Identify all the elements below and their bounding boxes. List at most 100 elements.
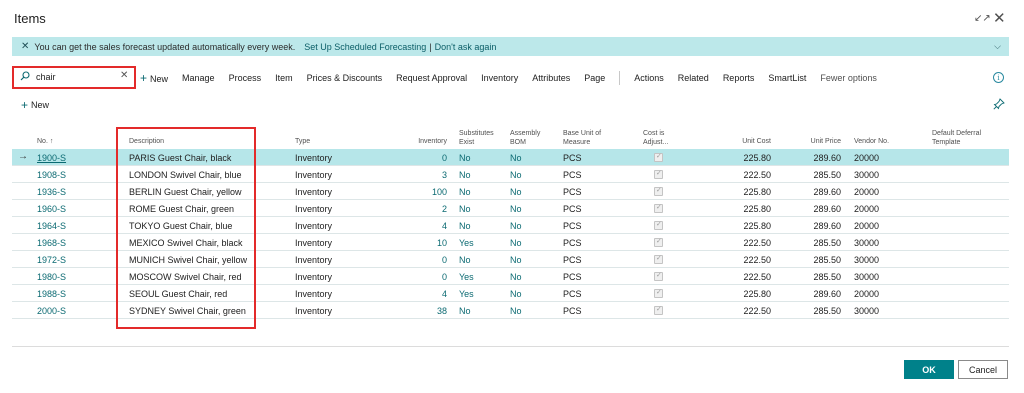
chevron-down-icon[interactable]: ⌵ xyxy=(994,41,1001,52)
ok-button[interactable]: OK xyxy=(904,360,954,379)
attributes-menu[interactable]: Attributes xyxy=(532,73,570,83)
setup-forecasting-link[interactable]: Set Up Scheduled Forecasting xyxy=(304,42,426,52)
pin-icon[interactable] xyxy=(993,98,1005,110)
smartlist-menu[interactable]: SmartList xyxy=(768,73,806,83)
item-substitutes[interactable]: No xyxy=(459,221,471,231)
col-assembly-bom[interactable]: Assembly BOM xyxy=(510,129,548,147)
item-inventory[interactable]: 0 xyxy=(412,153,447,163)
item-no-link[interactable]: 1972-S xyxy=(37,255,66,265)
item-no-link[interactable]: 1980-S xyxy=(37,272,66,282)
manage-menu[interactable]: Manage xyxy=(182,73,215,83)
item-no-link[interactable]: 1908-S xyxy=(37,170,66,180)
action-bar: + New Manage Process Item Prices & Discou… xyxy=(140,71,891,85)
cancel-button[interactable]: Cancel xyxy=(958,360,1008,379)
search-input[interactable] xyxy=(36,70,116,84)
close-icon[interactable]: ✕ xyxy=(993,9,1006,27)
item-menu[interactable]: Item xyxy=(275,73,293,83)
col-no[interactable]: No. ↑ xyxy=(37,137,53,146)
item-substitutes[interactable]: No xyxy=(459,187,471,197)
clear-search-icon[interactable]: ✕ xyxy=(120,70,128,81)
item-assembly-bom[interactable]: No xyxy=(510,153,522,163)
item-assembly-bom[interactable]: No xyxy=(510,221,522,231)
item-inventory[interactable]: 4 xyxy=(412,221,447,231)
table-row[interactable]: 1936-S BERLIN Guest Chair, yellow Invent… xyxy=(12,183,1009,200)
item-substitutes[interactable]: No xyxy=(459,170,471,180)
col-unit-price[interactable]: Unit Price xyxy=(782,137,841,146)
table-row[interactable]: 1964-S TOKYO Guest Chair, blue Inventory… xyxy=(12,217,1009,234)
item-uom: PCS xyxy=(563,221,582,231)
item-assembly-bom[interactable]: No xyxy=(510,306,522,316)
col-substitutes-exist[interactable]: Substitutes Exist xyxy=(459,129,501,147)
search-icon xyxy=(20,71,30,81)
banner-message: You can get the sales forecast updated a… xyxy=(34,41,296,52)
item-unit-price: 289.60 xyxy=(813,221,841,231)
process-menu[interactable]: Process xyxy=(229,73,262,83)
item-inventory[interactable]: 10 xyxy=(412,238,447,248)
related-menu[interactable]: Related xyxy=(678,73,709,83)
fewer-options-button[interactable]: Fewer options xyxy=(820,73,877,83)
item-substitutes[interactable]: No xyxy=(459,306,471,316)
item-inventory[interactable]: 0 xyxy=(412,255,447,265)
item-inventory[interactable]: 100 xyxy=(412,187,447,197)
item-no-link[interactable]: 2000-S xyxy=(37,306,66,316)
table-row[interactable]: → 1900-S ⋮ PARIS Guest Chair, black Inve… xyxy=(12,149,1009,166)
item-no-link[interactable]: 1900-S xyxy=(37,153,66,163)
col-description[interactable]: Description xyxy=(129,137,164,146)
reports-menu[interactable]: Reports xyxy=(723,73,755,83)
inventory-menu[interactable]: Inventory xyxy=(481,73,518,83)
item-inventory[interactable]: 3 xyxy=(412,170,447,180)
row-menu-icon[interactable]: ⋮ xyxy=(112,151,122,162)
item-no-link[interactable]: 1988-S xyxy=(37,289,66,299)
item-assembly-bom[interactable]: No xyxy=(510,255,522,265)
new-button[interactable]: + New xyxy=(140,71,168,85)
item-unit-cost: 225.80 xyxy=(743,221,771,231)
item-assembly-bom[interactable]: No xyxy=(510,187,522,197)
table-row[interactable]: 1972-S MUNICH Swivel Chair, yellow Inven… xyxy=(12,251,1009,268)
col-unit-cost[interactable]: Unit Cost xyxy=(712,137,771,146)
item-assembly-bom[interactable]: No xyxy=(510,289,522,299)
item-assembly-bom[interactable]: No xyxy=(510,204,522,214)
table-row[interactable]: 2000-S SYDNEY Swivel Chair, green Invent… xyxy=(12,302,1009,319)
table-row[interactable]: 1960-S ROME Guest Chair, green Inventory… xyxy=(12,200,1009,217)
page-menu[interactable]: Page xyxy=(584,73,605,83)
col-inventory[interactable]: Inventory xyxy=(407,137,447,146)
item-substitutes[interactable]: Yes xyxy=(459,238,474,248)
item-type: Inventory xyxy=(295,221,333,231)
col-type[interactable]: Type xyxy=(295,137,310,146)
item-assembly-bom[interactable]: No xyxy=(510,170,522,180)
item-inventory[interactable]: 4 xyxy=(412,289,447,299)
item-description: LONDON Swivel Chair, blue xyxy=(129,170,242,180)
col-base-unit[interactable]: Base Unit of Measure xyxy=(563,129,617,147)
item-inventory[interactable]: 0 xyxy=(412,272,447,282)
collapse-icon[interactable]: ↙↗ xyxy=(974,13,991,24)
item-assembly-bom[interactable]: No xyxy=(510,238,522,248)
item-substitutes[interactable]: No xyxy=(459,255,471,265)
item-substitutes[interactable]: No xyxy=(459,204,471,214)
item-substitutes[interactable]: No xyxy=(459,153,471,163)
list-new-button[interactable]: + New xyxy=(21,98,49,112)
item-substitutes[interactable]: Yes xyxy=(459,272,474,282)
dismiss-banner-icon[interactable]: ✕ xyxy=(21,41,29,52)
table-row[interactable]: 1908-S LONDON Swivel Chair, blue Invento… xyxy=(12,166,1009,183)
item-no-link[interactable]: 1964-S xyxy=(37,221,66,231)
item-inventory[interactable]: 2 xyxy=(412,204,447,214)
actions-menu[interactable]: Actions xyxy=(634,73,664,83)
table-row[interactable]: 1968-S MEXICO Swivel Chair, black Invent… xyxy=(12,234,1009,251)
item-no-link[interactable]: 1968-S xyxy=(37,238,66,248)
table-row[interactable]: 1988-S SEOUL Guest Chair, red Inventory … xyxy=(12,285,1009,302)
item-no-link[interactable]: 1936-S xyxy=(37,187,66,197)
item-inventory[interactable]: 38 xyxy=(412,306,447,316)
info-icon[interactable]: i xyxy=(993,72,1004,83)
table-row[interactable]: 1980-S MOSCOW Swivel Chair, red Inventor… xyxy=(12,268,1009,285)
request-approval-menu[interactable]: Request Approval xyxy=(396,73,467,83)
item-unit-price: 285.50 xyxy=(813,238,841,248)
item-no-link[interactable]: 1960-S xyxy=(37,204,66,214)
col-vendor-no[interactable]: Vendor No. xyxy=(854,137,889,146)
item-substitutes[interactable]: Yes xyxy=(459,289,474,299)
prices-discounts-menu[interactable]: Prices & Discounts xyxy=(307,73,383,83)
item-unit-cost: 222.50 xyxy=(743,170,771,180)
col-deferral-template[interactable]: Default Deferral Template xyxy=(932,129,1002,147)
col-cost-adjusted[interactable]: Cost is Adjust... xyxy=(643,129,689,147)
item-assembly-bom[interactable]: No xyxy=(510,272,522,282)
dont-ask-again-link[interactable]: Don't ask again xyxy=(435,42,497,52)
